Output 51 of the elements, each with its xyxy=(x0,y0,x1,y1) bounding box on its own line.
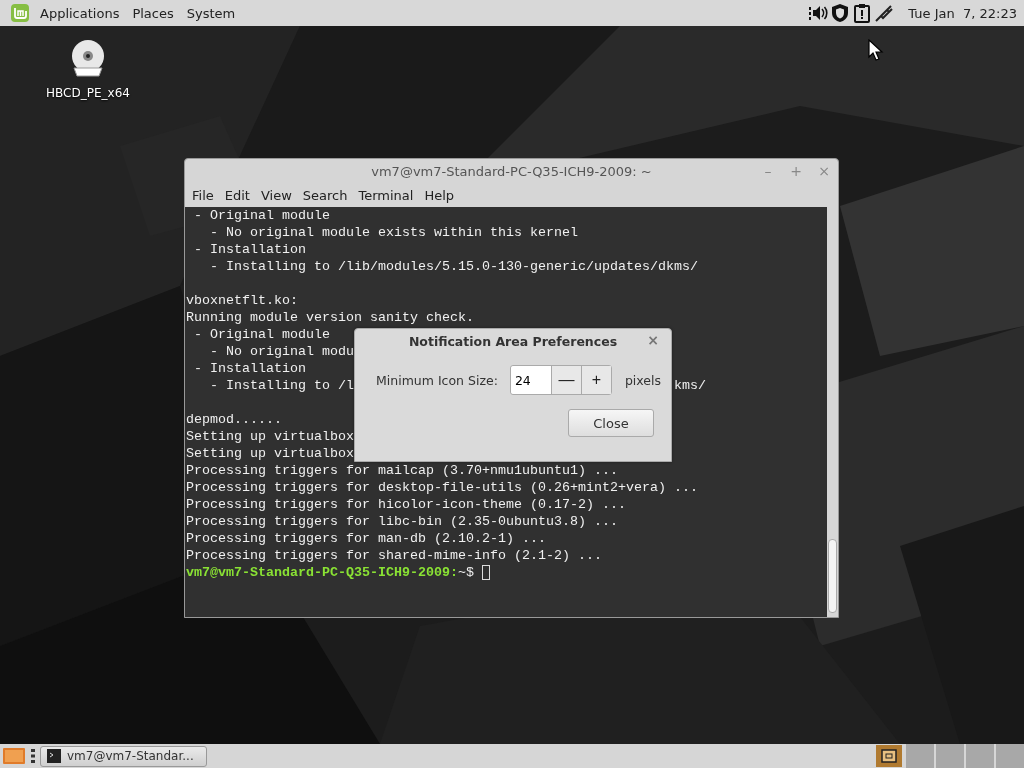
scrollbar-thumb[interactable] xyxy=(828,539,837,613)
terminal-line: Processing triggers for shared-mime-info (2.1-2) ... xyxy=(186,547,602,564)
menu-item[interactable]: Search xyxy=(298,187,355,203)
terminal-line: - No original modu xyxy=(209,343,354,360)
terminal-line: Setting up virtualbox xyxy=(186,428,354,445)
terminal-line: Processing triggers for hicolor-icon-theme (0.17-2) ... xyxy=(186,496,626,513)
window-title: vm7@vm7-Standard-PC-Q35-ICH9-2009: ~ xyxy=(371,163,652,179)
terminal-line: - Installation xyxy=(193,241,306,258)
terminal-line: depmod...... xyxy=(186,411,282,428)
icon-size-spinner[interactable]: 24 — + xyxy=(509,365,612,395)
terminal-line: - Installation xyxy=(193,360,306,377)
terminal-line: Processing triggers for desktop-file-utils (0.26+mint2+vera) ... xyxy=(186,479,698,496)
terminal-line: vboxnetflt.ko: xyxy=(186,292,298,309)
close-dialog-button[interactable]: Close xyxy=(568,409,654,437)
increment-button[interactable]: + xyxy=(580,366,611,394)
prompt-path: ~$ xyxy=(457,564,474,581)
terminal-line: Processing triggers for mailcap (3.70+nmu1ubuntu1) ... xyxy=(186,462,618,479)
terminal-line: - Original module xyxy=(193,207,330,224)
menu-item[interactable]: File xyxy=(188,187,221,203)
clock[interactable]: Tue Jan 7, 22:23 xyxy=(908,5,1017,21)
taskbar-button[interactable]: vm7@vm7-Standar... xyxy=(40,745,207,767)
menu-item[interactable]: View xyxy=(256,187,299,203)
terminal-line: Setting up virtualbox xyxy=(186,445,354,462)
panel-menu[interactable]: System xyxy=(182,5,245,21)
workspace-switcher[interactable] xyxy=(906,744,1024,768)
terminal-line: - No original module exists within this kernel xyxy=(209,224,578,241)
terminal-line: kms/ xyxy=(673,377,706,394)
text-cursor xyxy=(481,565,490,580)
clipboard-alert-icon[interactable] xyxy=(852,3,873,23)
dialog-title: Notification Area Preferences xyxy=(408,333,618,349)
panel-menu[interactable]: Applications xyxy=(36,5,129,21)
terminal-line: - Installing to /l xyxy=(209,377,354,394)
panel-handle-icon[interactable] xyxy=(30,748,36,764)
notification-area-icon[interactable] xyxy=(876,745,902,767)
desktop-icon-label[interactable]: HBCD_PE_x64 xyxy=(46,86,130,100)
field-label: Minimum Icon Size: xyxy=(376,372,498,388)
menu-item[interactable]: Help xyxy=(420,187,462,203)
terminal-line: - Installing to /lib/modules/5.15.0-130-generic/updates/dkms/ xyxy=(209,258,698,275)
shield-icon[interactable] xyxy=(830,3,851,23)
terminal-line: Processing triggers for libc-bin (2.35-0ubuntu3.8) ... xyxy=(186,513,618,530)
panel-menu[interactable]: Places xyxy=(128,5,183,21)
unit-label: pixels xyxy=(624,372,661,388)
terminal-line: Running module version sanity check. xyxy=(186,309,474,326)
prompt-user-host: vm7@vm7-Standard-PC-Q35-ICH9-2009: xyxy=(186,564,458,581)
terminal-icon xyxy=(47,749,61,763)
menu-item[interactable]: Terminal xyxy=(354,187,421,203)
decrement-button[interactable]: — xyxy=(550,366,581,394)
terminal-line: - Original module xyxy=(193,326,330,343)
mouse-pointer-icon xyxy=(868,39,886,61)
terminal-line: Processing triggers for man-db (2.10.2-1) ... xyxy=(186,530,546,547)
menu-item[interactable]: Edit xyxy=(220,187,257,203)
